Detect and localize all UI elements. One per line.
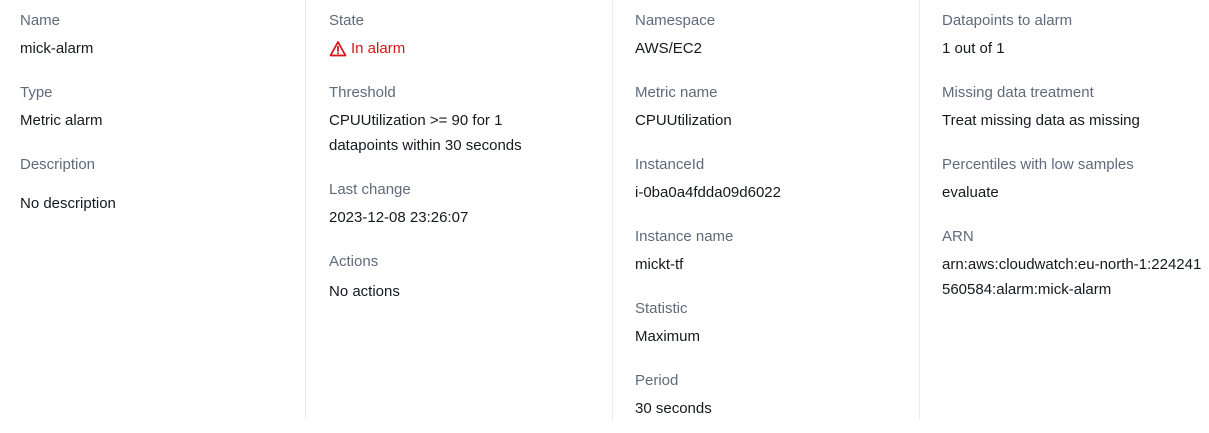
state-text: In alarm [351, 40, 406, 57]
namespace-value: AWS/EC2 [635, 40, 702, 57]
instance-id-label: InstanceId [635, 156, 705, 173]
threshold-field: Threshold CPUUtilization >= 90 for 1 dat… [329, 83, 612, 158]
missing-data-field: Missing data treatment Treat missing dat… [942, 83, 1209, 133]
datapoints-label: Datapoints to alarm [942, 12, 1073, 29]
percentiles-field: Percentiles with low samples evaluate [942, 155, 1209, 205]
type-field: Type Metric alarm [20, 83, 305, 133]
actions-field: Actions No actions [329, 252, 612, 304]
missing-data-label: Missing data treatment [942, 84, 1094, 101]
state-field: State In alarm [329, 11, 612, 61]
instance-id-field: InstanceId i-0ba0a4fdda09d6022 [635, 155, 919, 205]
namespace-field: Namespace AWS/EC2 [635, 11, 919, 61]
period-value: 30 seconds [635, 400, 712, 417]
percentiles-value: evaluate [942, 184, 999, 201]
alarm-details-panel: Name mick-alarm Type Metric alarm Descri… [0, 0, 1209, 433]
threshold-value: CPUUtilization >= 90 for 1 datapoints wi… [329, 112, 522, 154]
details-column-general: Name mick-alarm Type Metric alarm Descri… [0, 0, 305, 420]
description-label: Description [20, 156, 96, 173]
metric-name-field: Metric name CPUUtilization [635, 83, 919, 133]
period-field: Period 30 seconds [635, 371, 919, 421]
last-change-field: Last change 2023-12-08 23:26:07 [329, 180, 612, 230]
arn-label: ARN [942, 228, 974, 245]
arn-value: arn:aws:cloudwatch:eu-north-1:2242415605… [942, 256, 1202, 298]
statistic-value: Maximum [635, 328, 701, 345]
percentiles-label: Percentiles with low samples [942, 156, 1134, 173]
actions-value: No actions [329, 283, 400, 300]
instance-name-value: mickt-tf [635, 256, 684, 273]
instance-name-field: Instance name mickt-tf [635, 227, 919, 277]
threshold-label: Threshold [329, 84, 396, 101]
instance-name-label: Instance name [635, 228, 734, 245]
period-label: Period [635, 372, 679, 389]
state-value: In alarm [329, 36, 612, 61]
details-column-evaluation: Datapoints to alarm 1 out of 1 Missing d… [919, 0, 1209, 420]
last-change-label: Last change [329, 181, 411, 198]
details-column-status: State In alarm Threshold CPUUtilization … [305, 0, 612, 420]
type-value: Metric alarm [20, 112, 103, 129]
statistic-label: Statistic [635, 300, 688, 317]
name-field: Name mick-alarm [20, 11, 305, 61]
name-label: Name [20, 12, 61, 29]
metric-name-label: Metric name [635, 84, 718, 101]
details-column-metric: Namespace AWS/EC2 Metric name CPUUtiliza… [612, 0, 919, 420]
arn-field: ARN arn:aws:cloudwatch:eu-north-1:224241… [942, 227, 1209, 302]
statistic-field: Statistic Maximum [635, 299, 919, 349]
warning-icon [329, 40, 347, 58]
missing-data-value: Treat missing data as missing [942, 112, 1140, 129]
datapoints-field: Datapoints to alarm 1 out of 1 [942, 11, 1209, 61]
last-change-value: 2023-12-08 23:26:07 [329, 209, 469, 226]
state-label: State [329, 12, 365, 29]
description-field: Description No description [20, 155, 305, 216]
metric-name-value: CPUUtilization [635, 112, 732, 129]
description-value: No description [20, 195, 116, 212]
instance-id-value: i-0ba0a4fdda09d6022 [635, 184, 781, 201]
actions-label: Actions [329, 253, 379, 270]
name-value: mick-alarm [20, 40, 94, 57]
type-label: Type [20, 84, 53, 101]
datapoints-value: 1 out of 1 [942, 40, 1005, 57]
namespace-label: Namespace [635, 12, 716, 29]
